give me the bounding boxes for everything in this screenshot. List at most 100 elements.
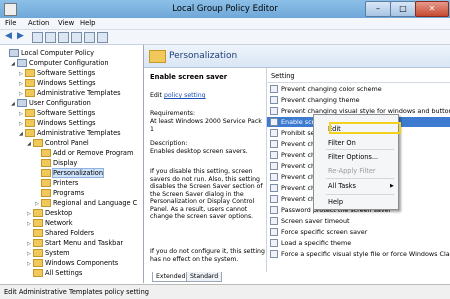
menu-item-label: Filter On xyxy=(328,139,356,147)
show-hide-tree-icon[interactable] xyxy=(32,32,43,43)
edit-highlight-box xyxy=(329,122,401,134)
tree-item-label: User Configuration xyxy=(29,99,91,107)
policy-setting-icon xyxy=(270,228,278,236)
computer-icon xyxy=(9,49,19,57)
close-button[interactable]: ✕ xyxy=(415,1,449,17)
tree-item[interactable]: ▷ Software Settings xyxy=(19,68,95,78)
tree-item[interactable]: Add or Remove Program xyxy=(35,148,133,158)
tree-item[interactable]: ▷ Desktop xyxy=(27,208,72,218)
tree-item-label: Windows Settings xyxy=(37,79,96,87)
menu-help[interactable]: Help xyxy=(80,19,96,27)
description-pane: Enable screen saver Edit policy setting … xyxy=(144,68,265,272)
filter-icon[interactable] xyxy=(97,32,108,43)
tree-item[interactable]: ▷ Start Menu and Taskbar xyxy=(27,238,123,248)
tree-item-label: Desktop xyxy=(45,209,73,217)
menu-item-help[interactable]: Help xyxy=(328,197,343,208)
tree-item[interactable]: Local Computer Policy xyxy=(3,48,94,58)
maximize-button[interactable]: □ xyxy=(390,1,416,17)
details-header: Personalization xyxy=(144,45,450,68)
tree-item[interactable]: Printers xyxy=(35,178,78,188)
folder-icon xyxy=(41,189,51,197)
menu-bar: File Action View Help xyxy=(0,18,450,30)
export-list-icon[interactable] xyxy=(58,32,69,43)
minimize-button[interactable]: – xyxy=(365,1,391,17)
tree-item[interactable]: Personalization xyxy=(35,168,104,178)
tree-item-label: Administrative Templates xyxy=(37,129,121,137)
folder-icon xyxy=(25,79,35,87)
show-hide-pane-icon[interactable] xyxy=(45,32,56,43)
setting-row[interactable]: Prevent changing color scheme xyxy=(267,84,450,94)
menu-view[interactable]: View xyxy=(58,19,74,27)
folder-icon xyxy=(25,119,35,127)
folder-icon xyxy=(41,179,51,187)
folder-icon xyxy=(33,219,43,227)
forward-arrow-icon[interactable]: ▶ xyxy=(17,32,26,41)
policy-setting-icon xyxy=(270,217,278,225)
status-text: Edit Administrative Templates policy set… xyxy=(4,288,149,296)
tree-item[interactable]: ◢ Administrative Templates xyxy=(19,128,121,138)
menu-item-label: All Tasks xyxy=(328,182,356,190)
tree-item-label: Software Settings xyxy=(37,109,96,117)
folder-icon xyxy=(33,229,43,237)
tree-item[interactable]: ▷ Windows Settings xyxy=(19,118,96,128)
folder-icon xyxy=(25,129,35,137)
setting-name: Prevent changing color scheme xyxy=(281,85,382,93)
tree-item[interactable]: ▷ Network xyxy=(27,218,73,228)
details-title: Personalization xyxy=(169,51,238,61)
tree-item-label: Software Settings xyxy=(37,69,96,77)
tree-item[interactable]: ▷ Regional and Language C xyxy=(35,198,137,208)
menu-separator xyxy=(326,194,394,195)
menu-item-filter-on[interactable]: Filter On xyxy=(328,138,356,149)
tree-item[interactable]: ◢ Computer Configuration xyxy=(11,58,109,68)
tree-item-label: Printers xyxy=(53,179,79,187)
tree-item[interactable]: ▷ Software Settings xyxy=(19,108,95,118)
tree-item[interactable]: ▷ Windows Settings xyxy=(19,78,96,88)
help-icon[interactable] xyxy=(71,32,82,43)
computer-icon xyxy=(17,59,27,67)
tree-item-label: Administrative Templates xyxy=(37,89,121,97)
policy-setting-icon xyxy=(270,140,278,148)
setting-name: Screen saver timeout xyxy=(281,217,350,225)
menu-item-filter-options[interactable]: Filter Options... xyxy=(328,152,378,163)
tree-item[interactable]: Programs xyxy=(35,188,84,198)
edit-policy-link[interactable]: policy setting xyxy=(164,92,206,99)
folder-icon xyxy=(149,50,166,63)
folder-icon xyxy=(41,169,51,177)
setting-row[interactable]: Load a specific theme xyxy=(267,238,450,248)
tree-item[interactable]: ◢ Control Panel xyxy=(27,138,89,148)
tree-item[interactable]: Display xyxy=(35,158,77,168)
requirements-label: Requirements: xyxy=(150,110,196,117)
policy-setting-icon xyxy=(270,162,278,170)
menu-action[interactable]: Action xyxy=(28,19,49,27)
column-header-setting[interactable]: Setting xyxy=(267,72,450,83)
setting-name: Force a specific visual style file or fo… xyxy=(281,250,450,258)
tree-item[interactable]: ▷ System xyxy=(27,248,70,258)
properties-icon[interactable] xyxy=(84,32,95,43)
menu-item-label: Help xyxy=(328,198,344,206)
description-paragraph-2: If you do not configure it, this setting… xyxy=(150,248,265,263)
policy-setting-icon xyxy=(270,184,278,192)
policy-setting-icon xyxy=(270,250,278,258)
tree-item[interactable]: All Settings xyxy=(27,268,82,278)
setting-row[interactable]: Prevent changing theme xyxy=(267,95,450,105)
setting-row[interactable]: Screen saver timeout xyxy=(267,216,450,226)
policy-setting-icon xyxy=(270,239,278,247)
menu-file[interactable]: File xyxy=(5,19,16,27)
setting-row[interactable]: Force specific screen saver xyxy=(267,227,450,237)
tree-item[interactable]: ◢ User Configuration xyxy=(11,98,91,108)
description-value: Enables desktop screen savers. xyxy=(150,148,248,155)
tree-item-label: Add or Remove Program xyxy=(53,149,134,157)
policy-setting-icon xyxy=(270,173,278,181)
policy-setting-icon xyxy=(270,129,278,137)
tree-item-label: Start Menu and Taskbar xyxy=(45,239,124,247)
policy-setting-icon xyxy=(270,195,278,203)
back-arrow-icon[interactable]: ◀ xyxy=(5,32,14,41)
tab-standard[interactable]: Standard xyxy=(186,272,223,282)
tree-item[interactable]: Shared Folders xyxy=(27,228,94,238)
setting-row[interactable]: Force a specific visual style file or fo… xyxy=(267,249,450,259)
tree-item-label: Control Panel xyxy=(45,139,89,147)
tree-item[interactable]: ▷ Administrative Templates xyxy=(19,88,121,98)
menu-item-all-tasks[interactable]: All Tasks ▶ xyxy=(328,181,394,192)
tab-extended[interactable]: Extended xyxy=(152,272,190,282)
tree-item[interactable]: ▷ Windows Components xyxy=(27,258,118,268)
